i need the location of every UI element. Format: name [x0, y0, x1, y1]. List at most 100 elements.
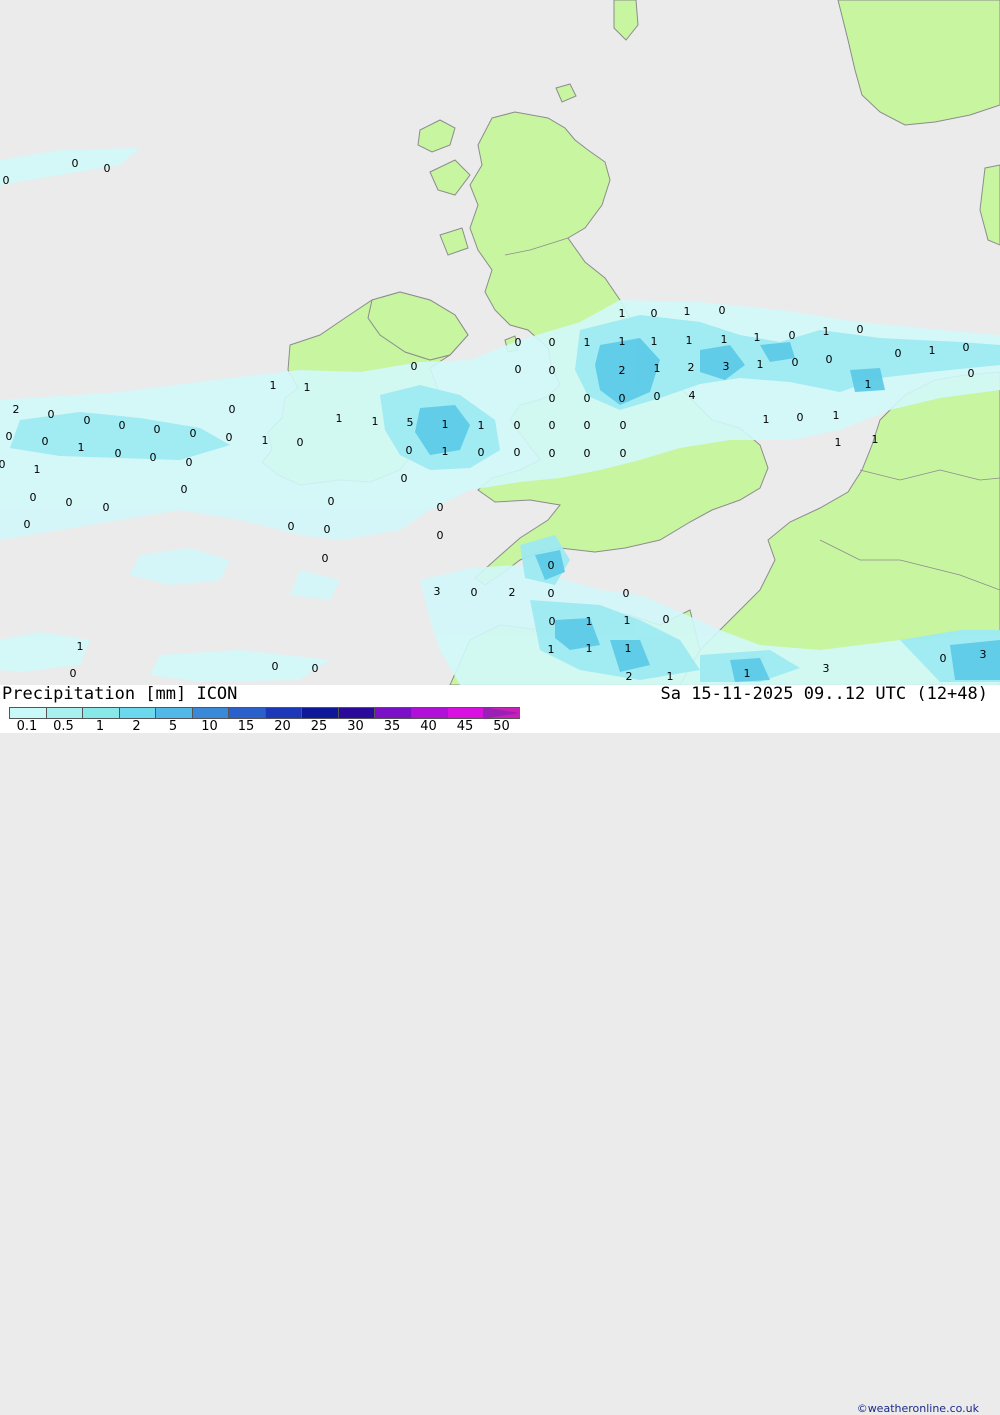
precip-value-label: 1 — [721, 333, 728, 346]
precip-value-label: 3 — [823, 662, 830, 675]
precip-value-label: 1 — [78, 441, 85, 454]
precip-value-label: 0 — [549, 364, 556, 377]
precip-value-label: 0 — [30, 491, 37, 504]
precip-value-label: 1 — [619, 307, 626, 320]
legend-swatch — [337, 707, 374, 719]
precip-value-label: 0 — [226, 431, 233, 444]
map-title: Precipitation [mm] ICON — [2, 684, 238, 704]
precip-value-label: 3 — [980, 648, 987, 661]
credit-link[interactable]: ©weatheronline.co.uk — [857, 1402, 979, 1415]
precip-value-label: 0 — [70, 667, 77, 680]
precip-value-label: 0 — [328, 495, 335, 508]
precip-value-label: 0 — [119, 419, 126, 432]
precip-value-label: 0 — [623, 587, 630, 600]
legend-swatch — [447, 707, 484, 719]
precip-value-label: 0 — [549, 615, 556, 628]
precip-value-label: 0 — [272, 660, 279, 673]
precip-value-label: 1 — [667, 670, 674, 683]
precip-value-label: 0 — [322, 552, 329, 565]
precip-value-label: 0 — [515, 363, 522, 376]
precip-value-label: 0 — [229, 403, 236, 416]
legend-tick-label: 2 — [132, 719, 141, 734]
legend-swatch — [374, 707, 411, 719]
color-legend — [9, 707, 520, 719]
precip-value-label: 0 — [719, 304, 726, 317]
precip-value-label: 1 — [651, 335, 658, 348]
legend-tick-label: 20 — [274, 719, 291, 734]
precip-value-label: 0 — [84, 414, 91, 427]
legend-swatch — [9, 707, 46, 719]
precip-value-label: 1 — [586, 615, 593, 628]
precip-value-label: 0 — [471, 586, 478, 599]
legend-tick-label: 15 — [237, 719, 255, 734]
precip-value-label: 1 — [304, 381, 311, 394]
precip-value-label: 0 — [514, 419, 521, 432]
precip-value-label: 0 — [66, 496, 73, 509]
precip-value-label: 0 — [115, 447, 122, 460]
precip-value-label: 0 — [437, 529, 444, 542]
legend-swatch — [264, 707, 301, 719]
precipitation-map: 0 0 0 1 0 1 0 0 0 1 1 1 1 1 1 0 1 0 0 1 1 0 0 2 1 2 3 1 0 0 0 1 0 0 0 0 0 4 1 0… — [0, 0, 1000, 686]
precip-value-label: 1 — [654, 362, 661, 375]
precip-value-label: 0 — [186, 456, 193, 469]
precip-value-label: 0 — [940, 652, 947, 665]
legend-swatch — [45, 707, 82, 719]
precip-value-label: 1 — [262, 434, 269, 447]
precip-value-label: 1 — [478, 419, 485, 432]
precip-value-label: 1 — [872, 433, 879, 446]
precip-value-label: 2 — [619, 364, 626, 377]
legend-tick-label: 45 — [456, 719, 474, 734]
precip-value-label: 1 — [835, 436, 842, 449]
legend-swatch — [410, 707, 447, 719]
precip-value-label: 1 — [686, 334, 693, 347]
precip-value-label: 0 — [792, 356, 799, 369]
legend-swatch — [228, 707, 265, 719]
precip-value-label: 1 — [833, 409, 840, 422]
legend-tick-label: 25 — [310, 719, 328, 734]
legend-swatch — [155, 707, 192, 719]
precip-value-label: 0 — [154, 423, 161, 436]
precip-value-label: 0 — [654, 390, 661, 403]
precip-value-label: 1 — [823, 325, 830, 338]
precip-value-label: 1 — [624, 614, 631, 627]
precip-value-label: 0 — [857, 323, 864, 336]
precip-value-label: 0 — [150, 451, 157, 464]
legend-tick-label: 5 — [168, 719, 178, 734]
valid-time: Sa 15-11-2025 09..12 UTC (12+48) — [660, 684, 988, 704]
precip-value-label: 0 — [297, 436, 304, 449]
precip-value-label: 1 — [586, 642, 593, 655]
precip-value-label: 0 — [584, 447, 591, 460]
precip-value-label: 0 — [549, 336, 556, 349]
legend-tick-label: 30 — [347, 719, 364, 734]
precip-value-label: 2 — [688, 361, 695, 374]
precip-value-label: 0 — [288, 520, 295, 533]
precip-value-label: 0 — [312, 662, 319, 675]
precip-value-label: 0 — [478, 446, 485, 459]
precip-value-label: 0 — [549, 419, 556, 432]
legend-tick-label: 35 — [383, 719, 401, 734]
precip-value-label: 0 — [620, 447, 627, 460]
precip-value-label: 0 — [651, 307, 658, 320]
precip-value-label: 0 — [411, 360, 418, 373]
precip-value-label: 0 — [584, 419, 591, 432]
precip-value-label: 3 — [434, 585, 441, 598]
precip-value-label: 0 — [548, 587, 555, 600]
precip-value-label: 1 — [584, 336, 591, 349]
precip-value-label: 0 — [104, 162, 111, 175]
legend-tick-label: 0.1 — [16, 719, 38, 734]
legend-swatch — [191, 707, 228, 719]
precip-value-label: 2 — [13, 403, 20, 416]
precip-value-label: 0 — [797, 411, 804, 424]
precip-value-label: 1 — [34, 463, 41, 476]
precip-value-label: 3 — [723, 360, 730, 373]
precip-value-label: 2 — [509, 586, 516, 599]
precip-value-label: 1 — [625, 642, 632, 655]
legend-tick-label: 1 — [95, 719, 105, 734]
legend-tick-label: 10 — [201, 719, 218, 734]
precip-value-label: 0 — [406, 444, 413, 457]
precip-value-label: 0 — [963, 341, 970, 354]
precip-value-label: 0 — [549, 392, 556, 405]
precip-value-label: 1 — [763, 413, 770, 426]
precip-value-label: 1 — [372, 415, 379, 428]
precip-value-label: 1 — [684, 305, 691, 318]
